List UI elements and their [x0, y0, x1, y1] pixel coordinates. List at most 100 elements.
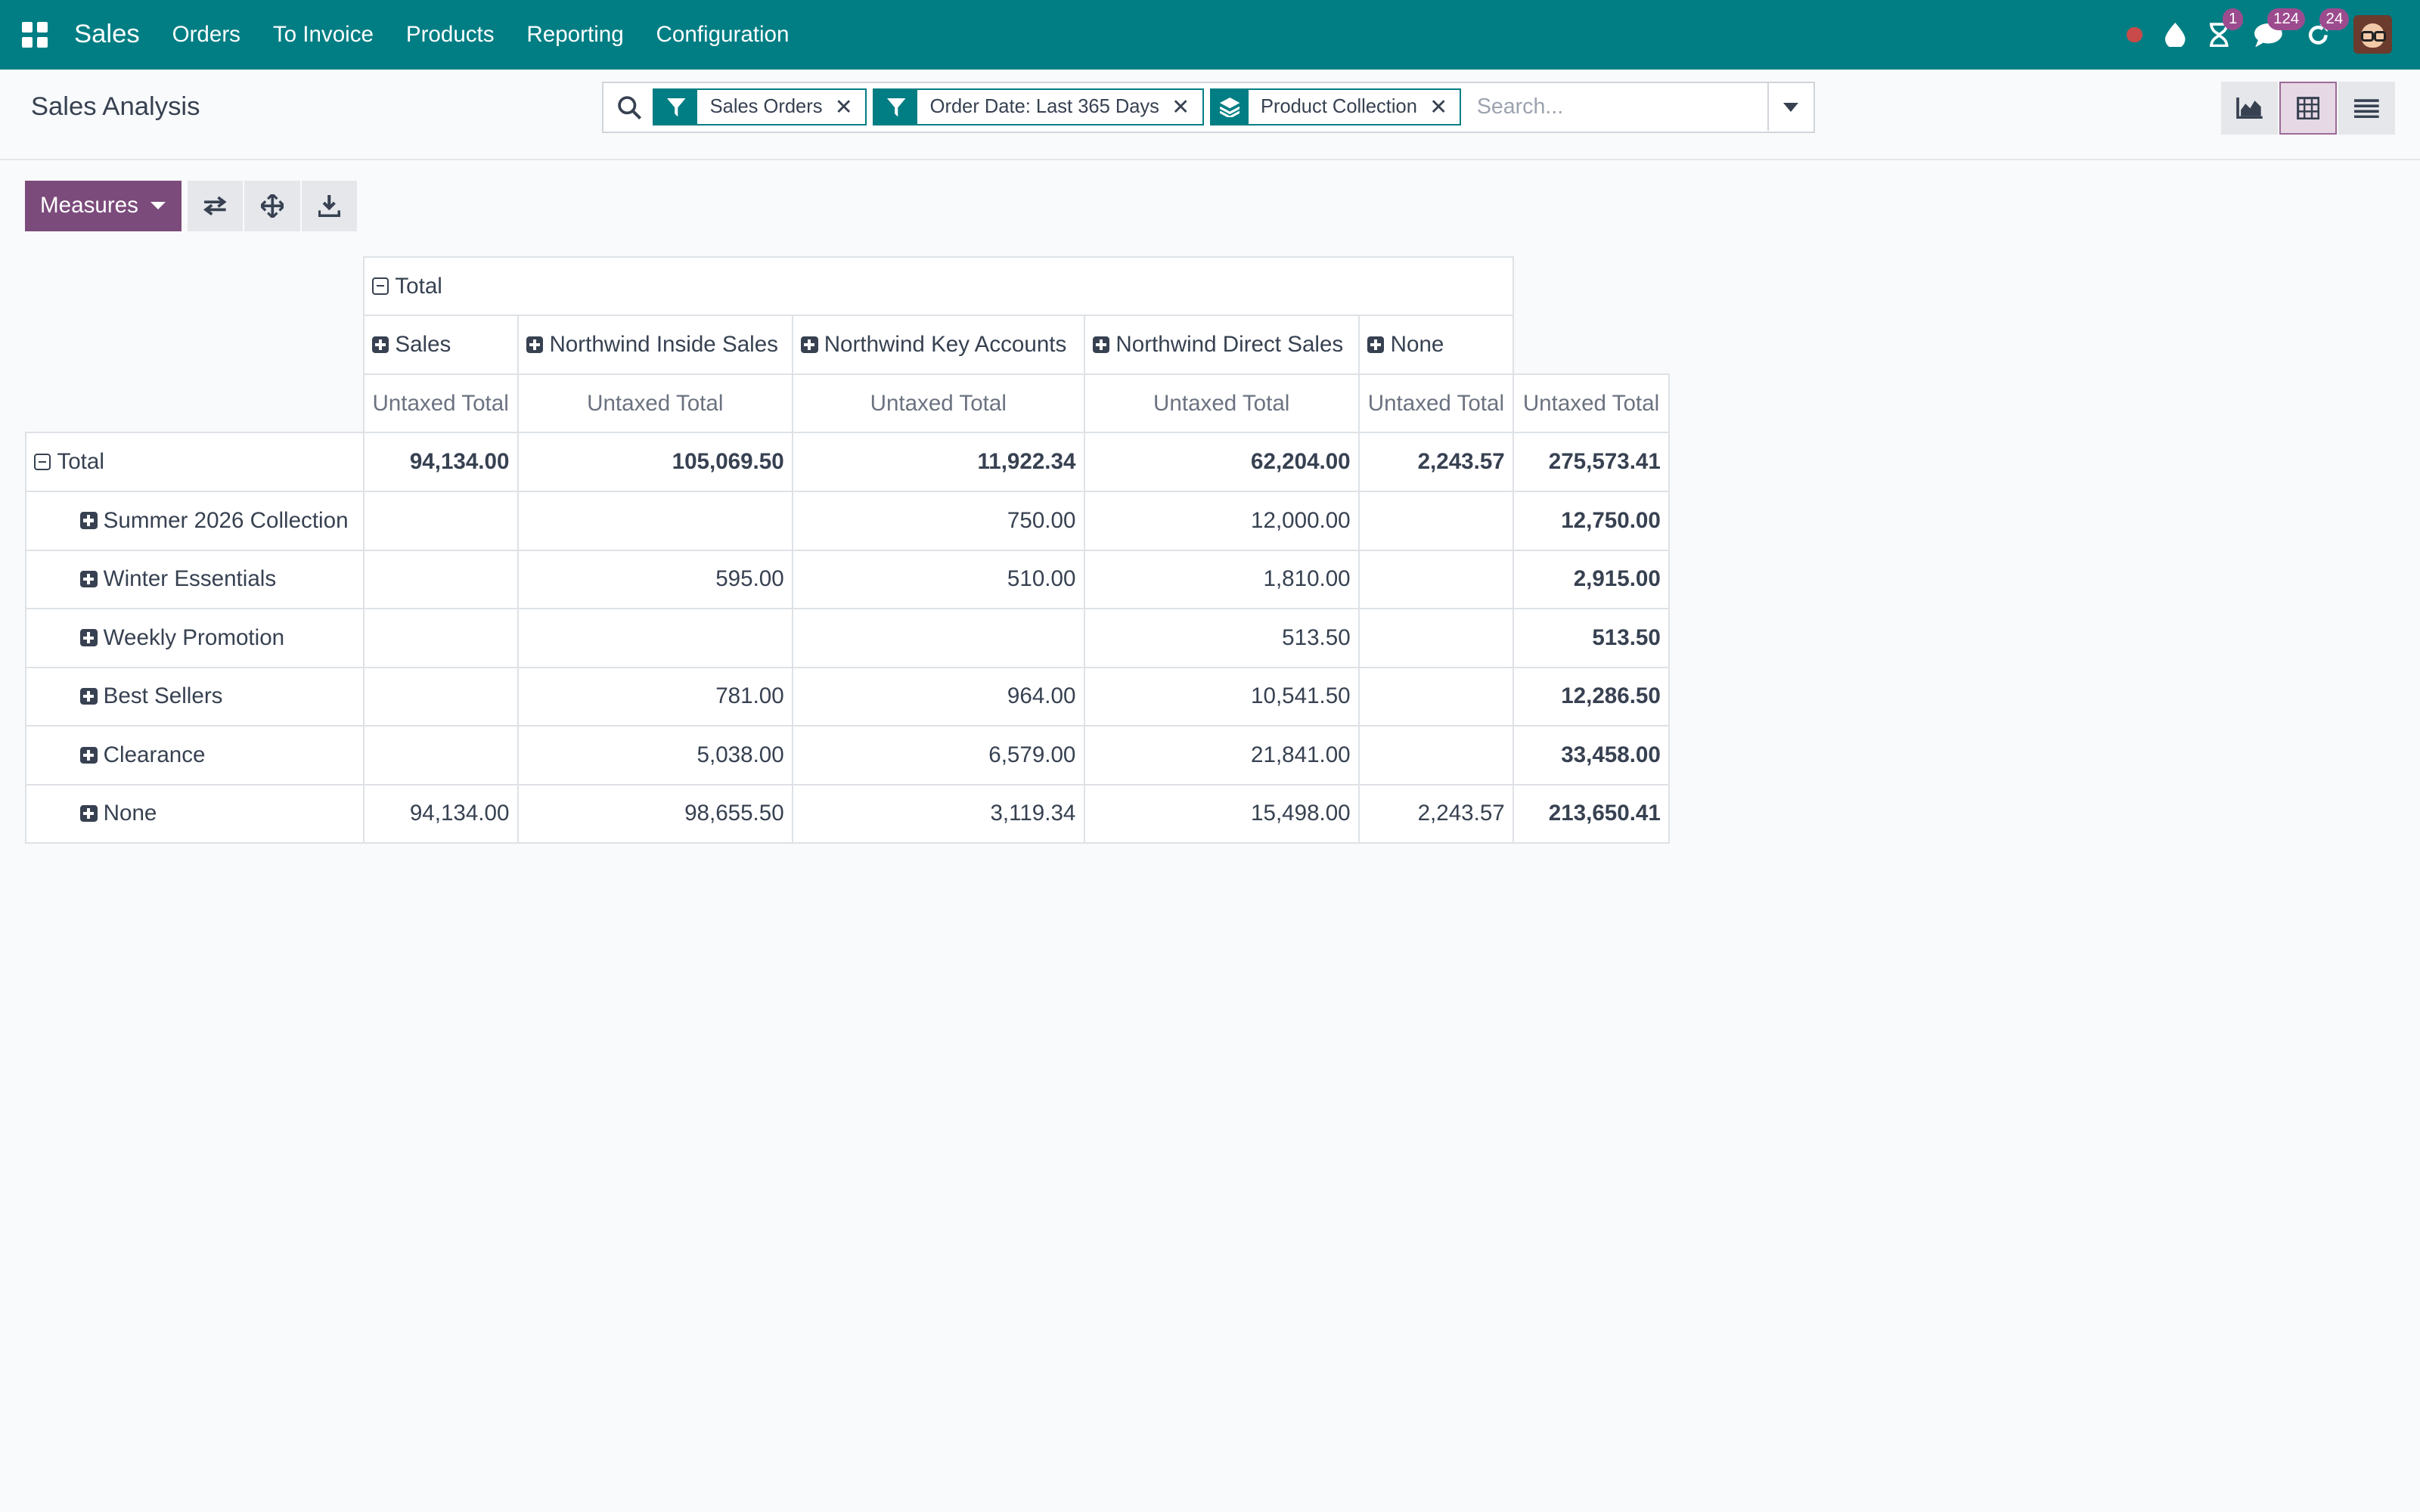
list-view-button[interactable] — [2338, 82, 2396, 135]
cell[interactable]: 964.00 — [791, 666, 1085, 727]
caret-down-icon — [150, 202, 166, 210]
facet-remove-icon[interactable]: ✕ — [1429, 90, 1460, 125]
recording-indicator[interactable] — [2127, 26, 2142, 43]
drop-icon — [2165, 22, 2186, 48]
menu-configuration[interactable]: Configuration — [656, 22, 790, 48]
expand-all-button[interactable] — [244, 180, 300, 232]
expand-icon — [80, 629, 98, 646]
cell[interactable] — [362, 549, 519, 610]
cell-total[interactable]: 2,915.00 — [1512, 549, 1671, 610]
measure-header[interactable]: Untaxed Total — [791, 373, 1085, 434]
cell[interactable] — [517, 490, 793, 551]
row-header-best-sellers[interactable]: Best Sellers — [24, 666, 365, 727]
row-header-summer-2026-collection[interactable]: Summer 2026 Collection — [24, 490, 365, 551]
facet-product-collection: Product Collection ✕ — [1209, 88, 1462, 126]
table-row: Summer 2026 Collection 750.00 12,000.00 … — [24, 490, 1671, 551]
arrows-icon — [260, 194, 284, 218]
cell[interactable]: 1,810.00 — [1083, 549, 1360, 610]
col-total-label: Total — [395, 273, 442, 299]
menu-reporting[interactable]: Reporting — [526, 22, 623, 48]
cell[interactable]: 98,655.50 — [517, 783, 793, 844]
record-icon — [2127, 26, 2142, 43]
row-header-weekly-promotion[interactable]: Weekly Promotion — [24, 608, 365, 668]
cell[interactable] — [362, 490, 519, 551]
col-header-none[interactable]: None — [1357, 314, 1514, 375]
cell-total[interactable]: 513.50 — [1512, 608, 1671, 668]
search-input[interactable] — [1467, 82, 1767, 132]
col-header-sales[interactable]: Sales — [362, 314, 519, 375]
app-name[interactable]: Sales — [74, 20, 140, 49]
measure-header[interactable]: Untaxed Total — [1357, 373, 1514, 434]
app-menu-icon[interactable] — [21, 21, 48, 48]
cell[interactable]: 595.00 — [517, 549, 793, 610]
facet-remove-icon[interactable]: ✕ — [834, 90, 866, 125]
cell-total[interactable]: 12,286.50 — [1512, 666, 1671, 727]
cell[interactable]: 11,922.34 — [791, 432, 1085, 492]
search-options-toggle[interactable] — [1767, 83, 1813, 132]
row-header-winter-essentials[interactable]: Winter Essentials — [24, 549, 365, 610]
search-icon[interactable] — [617, 95, 642, 120]
cell[interactable]: 3,119.34 — [791, 783, 1085, 844]
cell[interactable]: 105,069.50 — [517, 432, 793, 492]
cell[interactable] — [517, 608, 793, 668]
cell[interactable] — [362, 666, 519, 727]
col-header-northwind-direct-sales[interactable]: Northwind Direct Sales — [1083, 314, 1360, 375]
menu-to-invoice[interactable]: To Invoice — [273, 22, 374, 48]
cell[interactable]: 781.00 — [517, 666, 793, 727]
cell[interactable] — [362, 608, 519, 668]
row-header-clearance[interactable]: Clearance — [24, 725, 365, 785]
cell[interactable]: 513.50 — [1083, 608, 1360, 668]
measures-label: Measures — [40, 193, 138, 218]
cell-total[interactable]: 33,458.00 — [1512, 725, 1671, 785]
cell[interactable]: 94,134.00 — [362, 432, 519, 492]
cell[interactable] — [1357, 549, 1514, 610]
cell[interactable] — [362, 725, 519, 785]
pivot-view-button[interactable] — [2279, 82, 2337, 135]
col-header-northwind-inside-sales[interactable]: Northwind Inside Sales — [517, 314, 793, 375]
cell-total[interactable]: 12,750.00 — [1512, 490, 1671, 551]
cell[interactable]: 5,038.00 — [517, 725, 793, 785]
cell-total[interactable]: 213,650.41 — [1512, 783, 1671, 844]
table-row: None 94,134.00 98,655.50 3,119.34 15,498… — [24, 783, 1671, 844]
cell[interactable]: 15,498.00 — [1083, 783, 1360, 844]
graph-view-button[interactable] — [2220, 82, 2279, 135]
row-header-none[interactable]: None — [24, 783, 365, 844]
updates-badge: 24 — [2319, 8, 2350, 30]
cell[interactable]: 750.00 — [791, 490, 1085, 551]
flip-axis-button[interactable] — [187, 180, 244, 232]
updates-button[interactable]: 24 — [2306, 8, 2350, 48]
cell[interactable]: 6,579.00 — [791, 725, 1085, 785]
menu-orders[interactable]: Orders — [172, 22, 240, 48]
col-header-total[interactable]: Total — [362, 256, 1514, 317]
cell[interactable]: 21,841.00 — [1083, 725, 1360, 785]
cell[interactable]: 2,243.57 — [1357, 783, 1514, 844]
table-row: Weekly Promotion 513.50 513.50 — [24, 608, 1671, 668]
cell[interactable] — [1357, 490, 1514, 551]
cell[interactable]: 62,204.00 — [1083, 432, 1360, 492]
col-header-northwind-key-accounts[interactable]: Northwind Key Accounts — [791, 314, 1085, 375]
cell[interactable]: 94,134.00 — [362, 783, 519, 844]
activities-button[interactable]: 1 — [2208, 8, 2244, 48]
user-avatar[interactable] — [2353, 15, 2393, 54]
cell[interactable] — [791, 608, 1085, 668]
facet-remove-icon[interactable]: ✕ — [1171, 90, 1202, 125]
measure-header[interactable]: Untaxed Total — [1083, 373, 1360, 434]
cell[interactable]: 510.00 — [791, 549, 1085, 610]
cell[interactable]: 2,243.57 — [1357, 432, 1514, 492]
debug-drop-button[interactable] — [2165, 22, 2186, 48]
measure-header[interactable]: Untaxed Total — [1512, 373, 1671, 434]
row-header-total[interactable]: Total — [24, 432, 365, 492]
table-row: Winter Essentials 595.00 510.00 1,810.00… — [24, 549, 1671, 610]
download-button[interactable] — [301, 180, 358, 232]
cell[interactable] — [1357, 725, 1514, 785]
cell-total[interactable]: 275,573.41 — [1512, 432, 1671, 492]
cell[interactable]: 12,000.00 — [1083, 490, 1360, 551]
cell[interactable] — [1357, 608, 1514, 668]
measure-header[interactable]: Untaxed Total — [517, 373, 793, 434]
menu-products[interactable]: Products — [406, 22, 495, 48]
measure-header[interactable]: Untaxed Total — [362, 373, 519, 434]
measures-button[interactable]: Measures — [24, 180, 182, 232]
messages-button[interactable]: 124 — [2254, 8, 2306, 48]
cell[interactable] — [1357, 666, 1514, 727]
cell[interactable]: 10,541.50 — [1083, 666, 1360, 727]
